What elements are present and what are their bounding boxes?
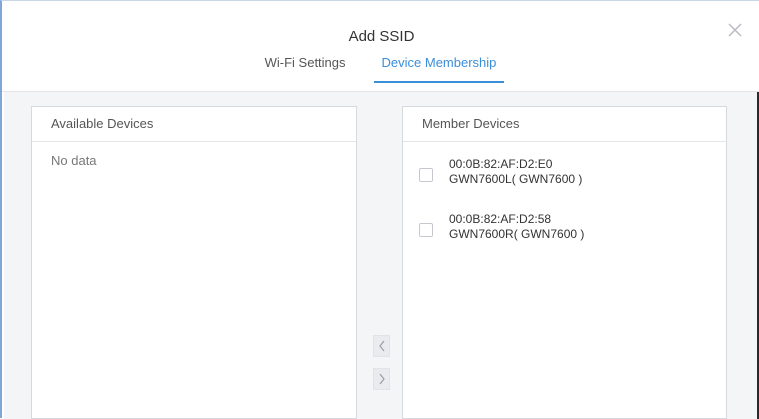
device-checkbox[interactable] — [419, 223, 433, 237]
empty-text: No data — [51, 153, 97, 168]
tab-wifi-settings[interactable]: Wi-Fi Settings — [259, 55, 352, 81]
device-name: GWN7600R( GWN7600 ) — [449, 227, 585, 241]
dialog-header: Add SSID Wi-Fi Settings Device Membershi… — [2, 1, 759, 92]
device-info: 00:0B:82:AF:D2:58 GWN7600R( GWN7600 ) — [449, 212, 584, 242]
add-ssid-dialog: Add SSID Wi-Fi Settings Device Membershi… — [0, 0, 759, 419]
close-icon[interactable] — [725, 20, 745, 40]
tab-device-membership[interactable]: Device Membership — [373, 55, 505, 83]
device-checkbox[interactable] — [419, 168, 433, 182]
member-devices-header: Member Devices — [403, 107, 726, 142]
chevron-left-icon — [378, 340, 384, 352]
available-devices-header: Available Devices — [32, 107, 356, 142]
device-info: 00:0B:82:AF:D2:E0 GWN7600L( GWN7600 ) — [449, 157, 582, 187]
move-right-button[interactable] — [373, 368, 390, 390]
chevron-right-icon — [379, 373, 385, 385]
dialog-title: Add SSID — [348, 28, 415, 45]
available-devices-panel: Available Devices No data — [31, 106, 357, 419]
device-name: GWN7600L( GWN7600 ) — [449, 172, 583, 186]
dialog-tabs: Wi-Fi Settings Device Membership — [2, 55, 759, 83]
device-mac: 00:0B:82:AF:D2:58 — [449, 212, 552, 226]
member-devices-panel: Member Devices 00:0B:82:AF:D2:E0 GWN7600… — [402, 106, 727, 419]
move-left-button[interactable] — [373, 335, 390, 357]
dialog-content: Available Devices No data Member Devices… — [4, 92, 759, 419]
device-mac: 00:0B:82:AF:D2:E0 — [449, 157, 553, 171]
